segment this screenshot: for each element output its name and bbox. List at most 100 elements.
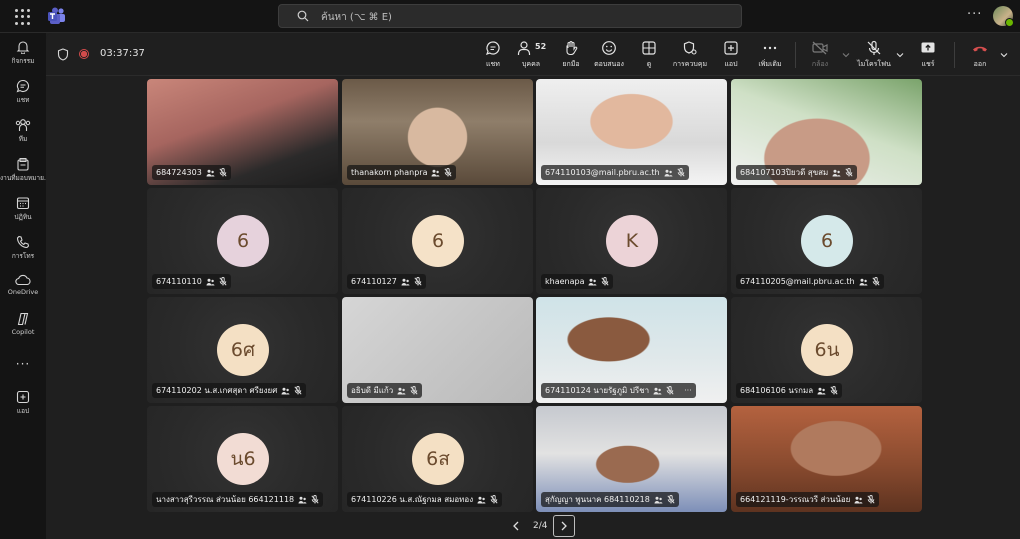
next-page-button[interactable] [553, 515, 576, 537]
more-options-icon[interactable]: ··· [967, 7, 982, 22]
raise-hand-icon [566, 40, 578, 56]
guest-icon [654, 496, 663, 504]
add-apps-icon [16, 390, 30, 404]
participant-name: 684107103ปิยวดี สุขสม [740, 168, 829, 177]
mic-muted-icon [830, 386, 838, 395]
rail-label: OneDrive [7, 288, 39, 296]
participant-tile[interactable]: thanakorn phanpra [342, 79, 533, 185]
rail-item-copilot[interactable]: Copilot [0, 312, 46, 336]
microphone-label: ไมโครโฟน [857, 60, 891, 68]
profile-avatar[interactable] [993, 6, 1014, 27]
participant-tile[interactable]: 6 674110205@mail.pbru.ac.th [731, 188, 922, 294]
participant-tile[interactable]: 6น 684106106 นรกมล [731, 297, 922, 403]
participant-tile[interactable]: 674110124 นายรัฐภูมิ ปรีชา ··· [536, 297, 727, 403]
participant-tile[interactable]: 6ศ 674110202 น.ส.เกศสุดา ศรียงยศ [147, 297, 338, 403]
chat-icon [16, 79, 30, 93]
search-box[interactable]: ค้นหา (⌥ ⌘ E) [278, 4, 742, 28]
leave-button[interactable]: ออก [963, 40, 997, 70]
rail-label: การโทร [11, 252, 35, 260]
participant-tile[interactable]: 6 674110127 [342, 188, 533, 294]
participant-name: thanakorn phanpra [351, 168, 428, 177]
guest-icon [653, 387, 662, 395]
participant-avatar: 6 [217, 215, 269, 267]
rail-item-apps[interactable]: แอป [0, 390, 46, 416]
emoji-icon [602, 41, 616, 55]
shield-icon[interactable] [57, 48, 69, 61]
title-bar: ค้นหา (⌥ ⌘ E) ··· [0, 0, 1020, 33]
rail-more-icon[interactable]: ··· [0, 357, 46, 371]
participant-avatar: 6 [412, 215, 464, 267]
rail-item-activity[interactable]: กิจกรรม [0, 40, 46, 66]
participant-tile[interactable]: 684107103ปิยวดี สุขสม [731, 79, 922, 185]
more-button[interactable]: เพิ่มเติม [750, 40, 790, 70]
rail-item-calls[interactable]: การโทร [0, 235, 46, 261]
participant-tile[interactable]: สุกัญญา พูนนาค 684110218 [536, 406, 727, 512]
participant-tile[interactable]: 684724303 [147, 79, 338, 185]
apps-button[interactable]: แอป [711, 40, 751, 70]
rail-item-assignments[interactable]: งานที่มอบหมาย... [0, 157, 46, 183]
participant-name: 684724303 [156, 168, 202, 177]
controls-label: การควบคุม [672, 60, 708, 68]
toolbar-divider [795, 42, 796, 68]
people-icon [517, 41, 531, 55]
guest-icon [859, 278, 868, 286]
chevron-left-icon [513, 521, 519, 531]
participant-name-tag: 674110124 นายรัฐภูมิ ปรีชา ··· [541, 383, 696, 398]
mic-options-chevron-icon[interactable] [896, 51, 904, 59]
mic-muted-icon [219, 168, 227, 177]
participant-name-tag: 674110127 [347, 274, 426, 289]
mic-muted-icon [677, 168, 685, 177]
rail-label: กิจกรรม [11, 57, 35, 65]
rail-label: แอป [16, 407, 30, 415]
participant-name: 674110205@mail.pbru.ac.th [740, 277, 855, 286]
chat-button[interactable]: แชท [473, 40, 513, 70]
leave-options-chevron-icon[interactable] [1000, 51, 1008, 59]
microphone-button[interactable]: ไมโครโฟน [854, 40, 894, 70]
participant-tile[interactable]: 674110103@mail.pbru.ac.th [536, 79, 727, 185]
participant-name-tag: 664121119-วรรณวรี ส่วนน้อย [736, 492, 880, 507]
people-button[interactable]: 52 บุคคล [511, 40, 551, 70]
mic-muted-icon [444, 168, 453, 177]
camera-options-chevron-icon[interactable] [842, 51, 850, 59]
rail-item-onedrive[interactable]: OneDrive [0, 274, 46, 296]
participant-tile[interactable]: 6ส 674110226 น.ส.ณัฐกมล สมอทอง [342, 406, 533, 512]
guest-icon [401, 278, 410, 286]
participant-avatar: 6น [801, 324, 853, 376]
share-button[interactable]: แชร์ [908, 40, 948, 70]
camera-off-icon [812, 41, 828, 55]
previous-page-button[interactable] [505, 515, 527, 537]
app-launcher-icon[interactable] [15, 9, 31, 25]
participant-tile[interactable]: 6 674110110 [147, 188, 338, 294]
participant-tile[interactable]: 664121119-วรรณวรี ส่วนน้อย [731, 406, 922, 512]
chat-icon [485, 41, 500, 56]
camera-button[interactable]: กล้อง [800, 40, 840, 70]
raise-hand-button[interactable]: ยกมือ [551, 40, 591, 70]
copilot-icon [17, 312, 29, 326]
bell-icon [16, 41, 30, 54]
participant-name: 674110124 นายรัฐภูมิ ปรีชา [545, 386, 650, 395]
react-button[interactable]: ตอบสนอง [589, 40, 629, 70]
rail-label: ทีม [18, 135, 28, 143]
view-button[interactable]: ดู [629, 40, 669, 70]
participant-tile[interactable]: อธิบดี มีแก้ว [342, 297, 533, 403]
rail-item-chat[interactable]: แชท [0, 79, 46, 105]
mic-muted-icon [872, 277, 880, 286]
camera-label: กล้อง [811, 60, 829, 68]
participant-name-tag: 674110110 [152, 274, 231, 289]
search-placeholder: ค้นหา (⌥ ⌘ E) [321, 12, 392, 23]
guest-icon [206, 169, 215, 177]
participant-avatar: 6 [801, 215, 853, 267]
participant-tile[interactable]: Kkhaenapa [536, 188, 727, 294]
participant-tile[interactable]: น6 นางสาวสุรีวรรณ ส่วนน้อย 664121118 [147, 406, 338, 512]
participant-name-tag: 674110205@mail.pbru.ac.th [736, 274, 884, 289]
controls-button[interactable]: การควบคุม [670, 40, 710, 70]
rail-item-calendar[interactable]: ปฏิทิน [0, 196, 46, 222]
guest-icon [832, 169, 841, 177]
participant-options-icon[interactable]: ··· [684, 383, 692, 398]
hang-up-icon [973, 46, 987, 52]
participant-avatar: น6 [217, 433, 269, 485]
rail-item-teams[interactable]: ทีม [0, 118, 46, 144]
raise-hand-label: ยกมือ [562, 60, 580, 68]
participant-count: 52 [535, 42, 547, 51]
participant-name-tag: อธิบดี มีแก้ว [347, 383, 423, 398]
